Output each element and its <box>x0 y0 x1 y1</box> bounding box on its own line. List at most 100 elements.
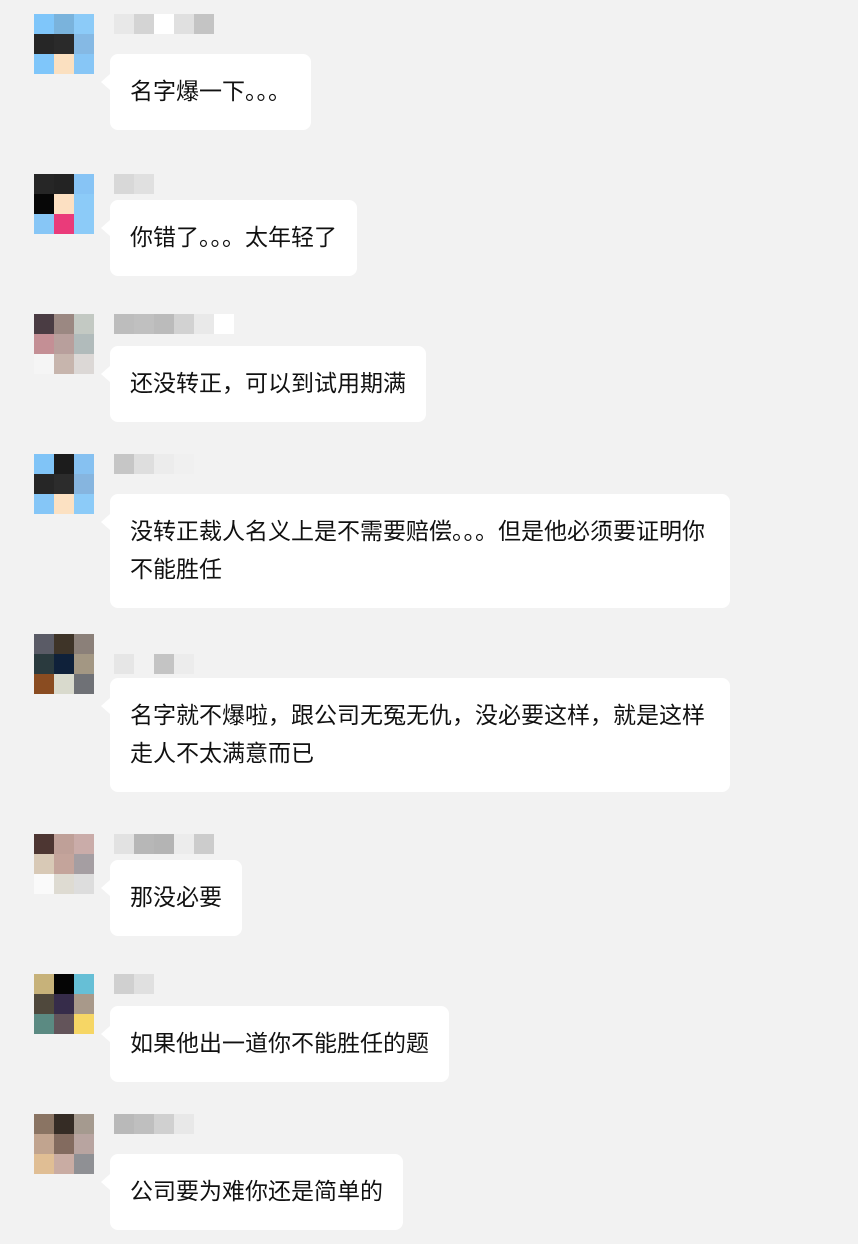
avatar-pixel <box>34 194 54 214</box>
name-pixel <box>174 834 194 854</box>
avatar-pixel <box>54 54 74 74</box>
name-pixel <box>154 834 174 854</box>
avatar-pixel <box>54 1014 74 1034</box>
avatar-pixel <box>54 474 74 494</box>
name-pixel <box>194 314 214 334</box>
avatar-pixel <box>34 1114 54 1134</box>
avatar-pixel <box>74 334 94 354</box>
name-pixel <box>174 314 194 334</box>
avatar-pixel <box>74 674 94 694</box>
name-pixel <box>154 454 174 474</box>
message-bubble[interactable]: 名字爆一下。。。 <box>101 54 311 130</box>
name-pixel <box>114 454 134 474</box>
avatar-pixel <box>34 974 54 994</box>
name-pixel <box>134 974 154 994</box>
avatar-pixel <box>54 1114 74 1134</box>
avatar-pixel <box>54 1154 74 1174</box>
name-pixel <box>154 654 174 674</box>
avatar[interactable] <box>34 834 94 894</box>
name-pixel <box>194 834 214 854</box>
avatar-pixel <box>54 1134 74 1154</box>
avatar-pixel <box>54 834 74 854</box>
message-bubble[interactable]: 那没必要 <box>101 860 242 936</box>
name-pixel <box>174 454 194 474</box>
avatar[interactable] <box>34 174 94 234</box>
message-bubble[interactable]: 名字就不爆啦，跟公司无冤无仇，没必要这样，就是这样走人不太满意而已 <box>101 678 730 792</box>
avatar-pixel <box>74 1114 94 1134</box>
avatar-pixel <box>34 174 54 194</box>
avatar-pixel <box>74 994 94 1014</box>
avatar-pixel <box>54 634 74 654</box>
name-pixel <box>154 1114 174 1134</box>
message-bubble[interactable]: 如果他出一道你不能胜任的题 <box>101 1006 449 1082</box>
avatar-pixel <box>74 354 94 374</box>
name-pixel <box>114 14 134 34</box>
avatar-pixel <box>34 314 54 334</box>
name-pixel <box>114 1114 134 1134</box>
name-pixel <box>194 454 214 474</box>
message-bubble[interactable]: 你错了。。。太年轻了 <box>101 200 357 276</box>
avatar-pixel <box>34 14 54 34</box>
name-pixel <box>114 974 134 994</box>
avatar-pixel <box>34 834 54 854</box>
avatar-pixel <box>54 314 74 334</box>
avatar-pixel <box>74 454 94 474</box>
avatar[interactable] <box>34 314 94 374</box>
name-pixel <box>134 834 154 854</box>
avatar-pixel <box>34 454 54 474</box>
avatar-pixel <box>74 34 94 54</box>
avatar-pixel <box>54 354 74 374</box>
avatar-pixel <box>34 994 54 1014</box>
name-pixel <box>134 174 154 194</box>
avatar-pixel <box>74 634 94 654</box>
avatar-pixel <box>74 874 94 894</box>
avatar-pixel <box>34 654 54 674</box>
avatar[interactable] <box>34 634 94 694</box>
avatar-pixel <box>54 494 74 514</box>
sender-name-redacted <box>114 454 234 494</box>
name-pixel <box>134 1114 154 1134</box>
avatar-pixel <box>34 354 54 374</box>
name-pixel <box>214 174 234 194</box>
sender-name-redacted <box>114 1114 234 1154</box>
name-pixel <box>174 174 194 194</box>
avatar-pixel <box>34 1154 54 1174</box>
avatar-pixel <box>54 874 74 894</box>
avatar[interactable] <box>34 1114 94 1174</box>
name-pixel <box>174 654 194 674</box>
name-pixel <box>154 1134 174 1154</box>
avatar-pixel <box>74 54 94 74</box>
avatar[interactable] <box>34 974 94 1034</box>
avatar[interactable] <box>34 454 94 514</box>
name-pixel <box>134 14 154 34</box>
name-pixel <box>194 974 214 994</box>
avatar-pixel <box>74 1154 94 1174</box>
avatar-pixel <box>74 1134 94 1154</box>
avatar[interactable] <box>34 14 94 74</box>
name-pixel <box>214 974 234 994</box>
avatar-pixel <box>34 1134 54 1154</box>
avatar-pixel <box>54 654 74 674</box>
avatar-pixel <box>74 174 94 194</box>
name-pixel <box>214 454 234 474</box>
avatar-pixel <box>74 654 94 674</box>
name-pixel <box>134 654 154 674</box>
name-pixel <box>134 454 154 474</box>
message-bubble[interactable]: 没转正裁人名义上是不需要赔偿。。。但是他必须要证明你不能胜任 <box>101 494 730 608</box>
avatar-pixel <box>54 174 74 194</box>
avatar-pixel <box>74 834 94 854</box>
avatar-pixel <box>54 994 74 1014</box>
name-pixel <box>114 174 134 194</box>
message-bubble[interactable]: 还没转正，可以到试用期满 <box>101 346 426 422</box>
avatar-pixel <box>74 974 94 994</box>
avatar-pixel <box>34 1014 54 1034</box>
avatar-pixel <box>34 634 54 654</box>
message-bubble[interactable]: 公司要为难你还是简单的 <box>101 1154 403 1230</box>
avatar-pixel <box>34 334 54 354</box>
avatar-pixel <box>74 854 94 874</box>
name-pixel <box>174 14 194 34</box>
avatar-pixel <box>54 334 74 354</box>
avatar-pixel <box>54 974 74 994</box>
sender-name-redacted <box>114 14 234 54</box>
name-pixel <box>214 834 234 854</box>
